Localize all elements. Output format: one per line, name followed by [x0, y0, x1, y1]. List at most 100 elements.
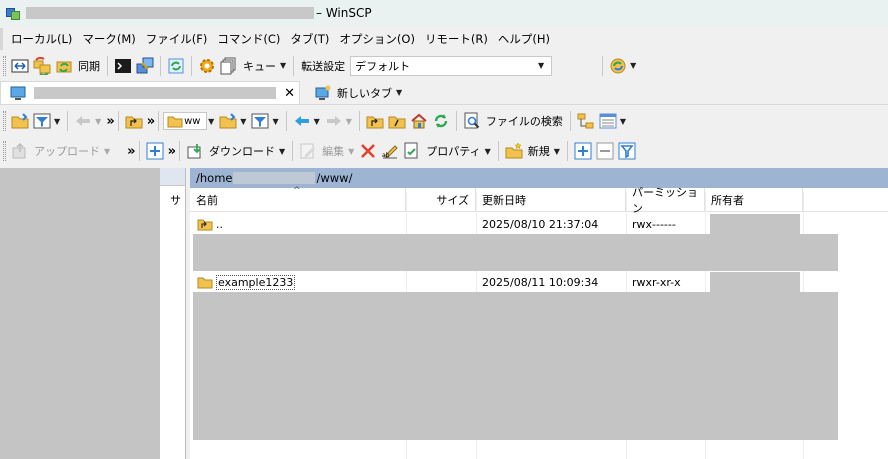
filter-icon[interactable]: [32, 111, 52, 131]
find-files-icon[interactable]: [462, 111, 482, 131]
new-button-label[interactable]: 新規: [528, 143, 550, 159]
queue-dropdown-icon[interactable]: ▼: [280, 61, 286, 70]
synchronize-button-label[interactable]: 同期: [78, 58, 100, 74]
forward-arrow-icon: [324, 111, 344, 131]
column-header-modified[interactable]: 更新日時: [476, 188, 626, 212]
file-modified: 2025/08/10 21:37:04: [482, 217, 599, 231]
delete-icon[interactable]: [358, 141, 378, 161]
remote-filter-icon[interactable]: [250, 111, 270, 131]
remote-parent-directory-icon[interactable]: [365, 111, 385, 131]
local-file-panel[interactable]: C サ: [0, 168, 186, 459]
compare-directories-icon[interactable]: [10, 56, 30, 76]
download-button-label[interactable]: ダウンロード: [209, 143, 275, 159]
close-icon[interactable]: ✕: [284, 86, 295, 101]
local-new-icon[interactable]: [145, 141, 165, 161]
session-tab[interactable]: ✕: [0, 81, 300, 104]
rename-icon[interactable]: ab: [380, 141, 400, 161]
file-modified: 2025/08/11 10:09:34: [482, 275, 599, 289]
column-header-permissions[interactable]: パーミッション: [626, 186, 705, 215]
find-files-label[interactable]: ファイルの検索: [486, 113, 563, 129]
file-permissions: rwx------: [632, 217, 676, 231]
back-arrow-icon[interactable]: [292, 111, 312, 131]
home-icon[interactable]: [409, 111, 429, 131]
parent-directory-folder-icon: [195, 214, 215, 234]
sort-ascending-icon: ^: [293, 186, 301, 196]
open-directory-icon[interactable]: [10, 111, 30, 131]
upload-icon: [10, 141, 30, 161]
unselect-files-minus-icon[interactable]: [595, 141, 615, 161]
queue-icon[interactable]: [219, 56, 239, 76]
directory-tree-icon[interactable]: [576, 111, 596, 131]
new-tab-label: 新しいタブ: [337, 86, 392, 100]
file-permissions: rwxr-xr-x: [632, 275, 681, 289]
properties-icon[interactable]: [402, 141, 422, 161]
new-item-icon[interactable]: [504, 141, 524, 161]
column-header-name[interactable]: 名前 ^: [190, 186, 406, 212]
menu-remote[interactable]: リモート(R): [420, 31, 493, 47]
properties-button-label[interactable]: プロパティ: [426, 143, 480, 159]
svg-text:ab: ab: [382, 152, 390, 159]
synchronize-icon[interactable]: [54, 56, 74, 76]
rows-redacted: [193, 234, 838, 271]
auto-sync-dropdown-icon[interactable]: ▼: [630, 61, 636, 70]
menu-bar: ローカル(L) マーク(M) ファイル(F) コマンド(C) タブ(T) オプシ…: [0, 28, 888, 50]
local-panel-redacted: [0, 168, 160, 459]
file-size: [406, 213, 470, 235]
session-tab-redacted: [34, 87, 277, 99]
remote-file-panel[interactable]: /home /www/ 名前 ^ サイズ 更新日時 パーミッション 所有者 ..…: [190, 168, 888, 459]
refresh-session-icon[interactable]: [166, 56, 186, 76]
file-name: ..: [216, 217, 223, 231]
new-tab-dropdown-icon[interactable]: ▼: [396, 88, 402, 97]
open-remote-directory-icon[interactable]: [218, 111, 238, 131]
remote-path-bar[interactable]: /home /www/: [190, 168, 888, 188]
refresh-icon[interactable]: [431, 111, 451, 131]
edit-button-label: 編集: [322, 145, 345, 158]
console-icon[interactable]: [113, 56, 133, 76]
menu-tabs[interactable]: タブ(T): [285, 31, 334, 47]
remote-dir-select-value: ww: [184, 115, 201, 127]
parent-directory-icon[interactable]: [124, 111, 144, 131]
root-directory-icon[interactable]: [387, 111, 407, 131]
preferences-gear-icon[interactable]: [197, 56, 217, 76]
menu-help[interactable]: ヘルプ(H): [493, 31, 555, 47]
file-list-header: 名前 ^ サイズ 更新日時 パーミッション 所有者: [190, 186, 888, 215]
window-title: – WinSCP: [316, 6, 372, 20]
menu-options[interactable]: オプション(O): [334, 31, 420, 47]
file-size: [406, 271, 470, 293]
owner-redacted: [710, 272, 800, 292]
download-icon[interactable]: [185, 141, 205, 161]
new-session-monitor-icon: [313, 83, 333, 103]
view-details-icon[interactable]: [598, 111, 618, 131]
menu-file[interactable]: ファイル(F): [141, 31, 213, 47]
toolbar-overflow-chevron[interactable]: »: [106, 114, 115, 129]
column-header-size[interactable]: サイズ: [406, 188, 476, 212]
file-filter-icon[interactable]: [617, 141, 637, 161]
menu-commands[interactable]: コマンド(C): [212, 31, 285, 47]
synchronize-browsing-icon[interactable]: [32, 56, 52, 76]
column-header-owner[interactable]: 所有者: [705, 188, 803, 212]
menu-local[interactable]: ローカル(L): [6, 31, 77, 47]
folder-icon: [167, 111, 183, 131]
select-files-plus-icon[interactable]: [573, 141, 593, 161]
new-tab-button[interactable]: 新しいタブ ▼: [306, 81, 409, 104]
chevron-down-icon: ▼: [538, 61, 545, 70]
local-column-header[interactable]: サ: [170, 192, 181, 208]
remote-path-prefix: /home: [196, 171, 233, 185]
transfer-preset-select[interactable]: デフォルト ▼: [350, 55, 553, 76]
back-arrow-icon: [73, 111, 93, 131]
rows-redacted: [193, 292, 838, 440]
remote-dir-select[interactable]: ww: [163, 111, 208, 131]
edit-icon: [298, 141, 318, 161]
upload-button-label: アップロード: [34, 145, 100, 158]
title-bar: – WinSCP: [0, 0, 888, 26]
auto-sync-icon[interactable]: [608, 56, 628, 76]
toolbar-grip[interactable]: [3, 55, 6, 76]
remote-path-suffix: /www/: [316, 171, 353, 185]
monitor-icon: [8, 83, 27, 103]
queue-button-label[interactable]: キュー: [243, 58, 276, 74]
transfer-preset-value: デフォルト: [355, 59, 411, 73]
putty-icon[interactable]: [135, 56, 155, 76]
filter-dropdown-icon[interactable]: ▼: [54, 117, 60, 126]
navigation-toolbar: ▼ ▼ » » ww ▼ ▼ ▼ ▼ ▼ ファイルの検索 ▼: [0, 107, 888, 135]
menu-mark[interactable]: マーク(M): [77, 31, 140, 47]
